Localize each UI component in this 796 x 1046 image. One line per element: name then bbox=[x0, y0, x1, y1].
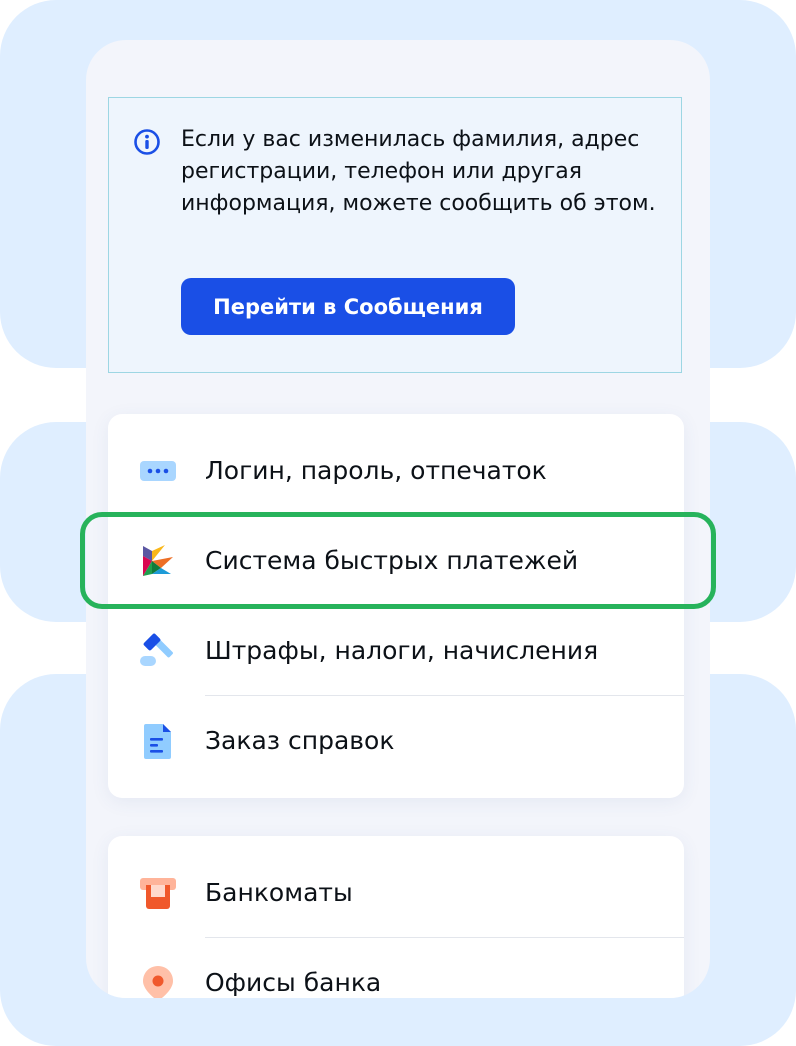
menu-item-login-password[interactable]: Логин, пароль, отпечаток bbox=[108, 426, 684, 516]
menu-item-label: Банкоматы bbox=[205, 878, 353, 907]
info-notice: Если у вас изменилась фамилия, адрес рег… bbox=[108, 97, 682, 373]
phone-screen: Если у вас изменилась фамилия, адрес рег… bbox=[86, 40, 710, 998]
notice-text: Если у вас изменилась фамилия, адрес рег… bbox=[181, 127, 656, 216]
menu-item-order-certificates[interactable]: Заказ справок bbox=[108, 696, 684, 786]
document-icon bbox=[144, 724, 171, 759]
settings-menu-card: Логин, пароль, отпечаток Система быстрых… bbox=[108, 414, 684, 798]
menu-item-atms[interactable]: Банкоматы bbox=[108, 848, 684, 938]
menu-item-label: Логин, пароль, отпечаток bbox=[205, 456, 547, 485]
location-pin-icon bbox=[143, 966, 173, 998]
menu-item-label: Система быстрых платежей bbox=[205, 546, 579, 575]
menu-item-label: Офисы банка bbox=[205, 968, 382, 997]
menu-item-label: Штрафы, налоги, начисления bbox=[205, 636, 599, 665]
menu-item-fines-taxes[interactable]: Штрафы, налоги, начисления bbox=[108, 606, 684, 696]
menu-item-fast-payments[interactable]: Система быстрых платежей bbox=[108, 516, 684, 606]
services-menu-card: Банкоматы Офисы банка bbox=[108, 836, 684, 998]
info-icon bbox=[134, 129, 160, 155]
gavel-icon bbox=[140, 633, 173, 666]
menu-item-label: Заказ справок bbox=[205, 726, 395, 755]
sbp-logo-icon bbox=[143, 545, 173, 576]
atm-icon bbox=[140, 878, 176, 909]
menu-item-bank-offices[interactable]: Офисы банка bbox=[108, 938, 684, 998]
password-dots-icon bbox=[140, 461, 176, 481]
go-to-messages-button[interactable]: Перейти в Сообщения bbox=[181, 278, 515, 335]
